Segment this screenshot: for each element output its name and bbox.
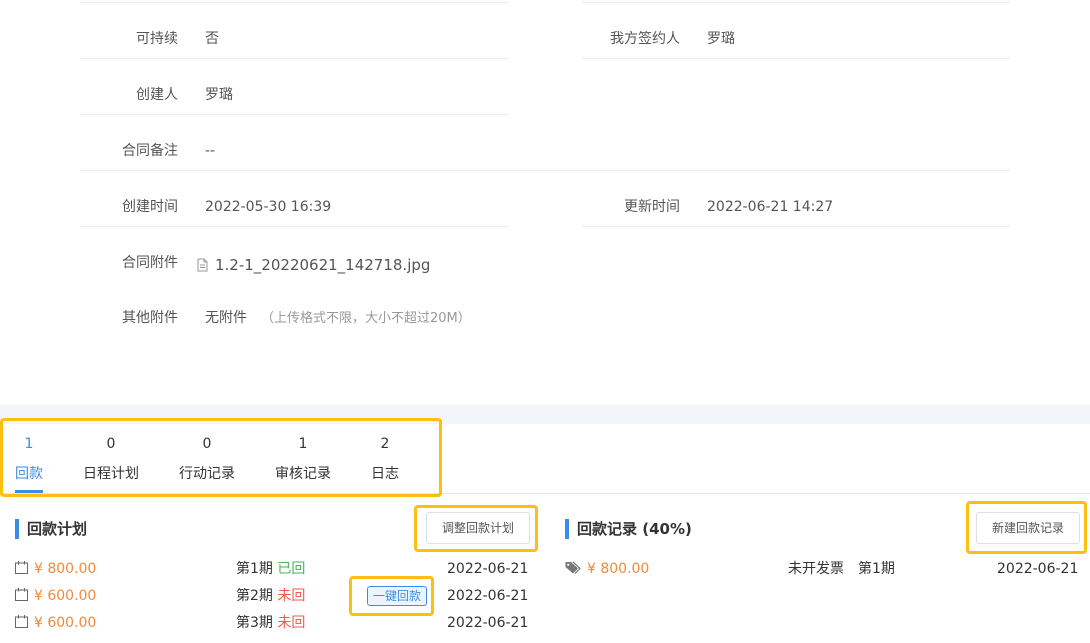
updated-time-value: 2022-06-21 14:27 — [707, 199, 834, 215]
other-attachment-label: 其他附件 — [122, 310, 178, 326]
plan-row-period: 第1期 已回 — [236, 559, 305, 579]
field-divider — [582, 2, 1010, 3]
attachment-link[interactable]: 1.2-1_20220621_142718.jpg — [195, 255, 430, 276]
payment-records-title: 回款记录 (40%) — [565, 519, 692, 539]
remark-value: -- — [205, 143, 216, 159]
plan-status: 已回 — [277, 561, 306, 577]
other-attachment-text: 无附件 — [205, 310, 247, 326]
record-row-amount: ¥ 800.00 — [565, 559, 649, 579]
our-signer-value: 罗璐 — [707, 31, 735, 47]
field-divider — [80, 226, 508, 227]
field-divider — [80, 2, 508, 3]
plan-date: 2022-06-21 — [447, 615, 529, 631]
plan-date: 2022-06-21 — [447, 588, 529, 604]
plan-period: 第1期 — [236, 561, 273, 577]
record-period: 第1期 — [858, 561, 895, 577]
plan-row-amount: ¥ 600.00 — [15, 613, 96, 633]
file-icon — [197, 258, 208, 272]
record-invoice-status: 未开发票 — [788, 561, 844, 577]
tags-icon — [565, 561, 581, 574]
calendar-icon — [15, 561, 28, 574]
record-date: 2022-06-21 — [997, 561, 1079, 577]
created-time-label: 创建时间 — [122, 199, 178, 215]
calendar-icon — [15, 615, 28, 628]
updated-time-label: 更新时间 — [624, 199, 680, 215]
creator-label: 创建人 — [136, 87, 178, 103]
plan-row-period: 第2期 未回 — [236, 586, 305, 606]
new-record-highlight — [966, 501, 1087, 554]
record-row-info: 未开发票 第1期 — [788, 559, 895, 579]
record-amount: ¥ 800.00 — [587, 561, 650, 577]
plan-row-amount: ¥ 600.00 — [15, 586, 96, 606]
attachment-filename: 1.2-1_20220621_142718.jpg — [215, 256, 431, 274]
field-divider — [80, 170, 1010, 171]
created-time-value: 2022-05-30 16:39 — [205, 199, 332, 215]
creator-value: 罗璐 — [205, 87, 233, 103]
plan-row-amount: ¥ 800.00 — [15, 559, 96, 579]
calendar-icon — [15, 588, 28, 601]
upload-hint: （上传格式不限，大小不超过20M） — [261, 311, 471, 326]
plan-period: 第3期 — [236, 615, 273, 631]
plan-status: 未回 — [277, 615, 306, 631]
attachment-label: 合同附件 — [122, 255, 178, 271]
adjust-button-highlight — [414, 505, 538, 552]
plan-row-period: 第3期 未回 — [236, 613, 305, 633]
contract-detail-page: 可持续 否 我方签约人 罗璐 创建人 罗璐 合同备注 -- 创建时间 2022-… — [0, 0, 1090, 643]
field-divider — [582, 58, 1010, 59]
tabs-highlight-box — [0, 418, 442, 497]
plan-amount: ¥ 800.00 — [34, 561, 97, 577]
plan-date: 2022-06-21 — [447, 561, 529, 577]
plan-amount: ¥ 600.00 — [34, 615, 97, 631]
field-divider — [80, 114, 508, 115]
one-click-highlight — [349, 576, 434, 616]
plan-amount: ¥ 600.00 — [34, 588, 97, 604]
plan-period: 第2期 — [236, 588, 273, 604]
plan-status: 未回 — [277, 588, 306, 604]
remark-label: 合同备注 — [122, 143, 178, 159]
sustainable-value: 否 — [205, 31, 219, 47]
other-attachment-value: 无附件 （上传格式不限，大小不超过20M） — [205, 308, 471, 329]
field-divider — [582, 226, 1010, 227]
our-signer-label: 我方签约人 — [610, 31, 680, 47]
field-divider — [80, 58, 508, 59]
payment-plan-title: 回款计划 — [15, 519, 87, 539]
sustainable-label: 可持续 — [136, 31, 178, 47]
